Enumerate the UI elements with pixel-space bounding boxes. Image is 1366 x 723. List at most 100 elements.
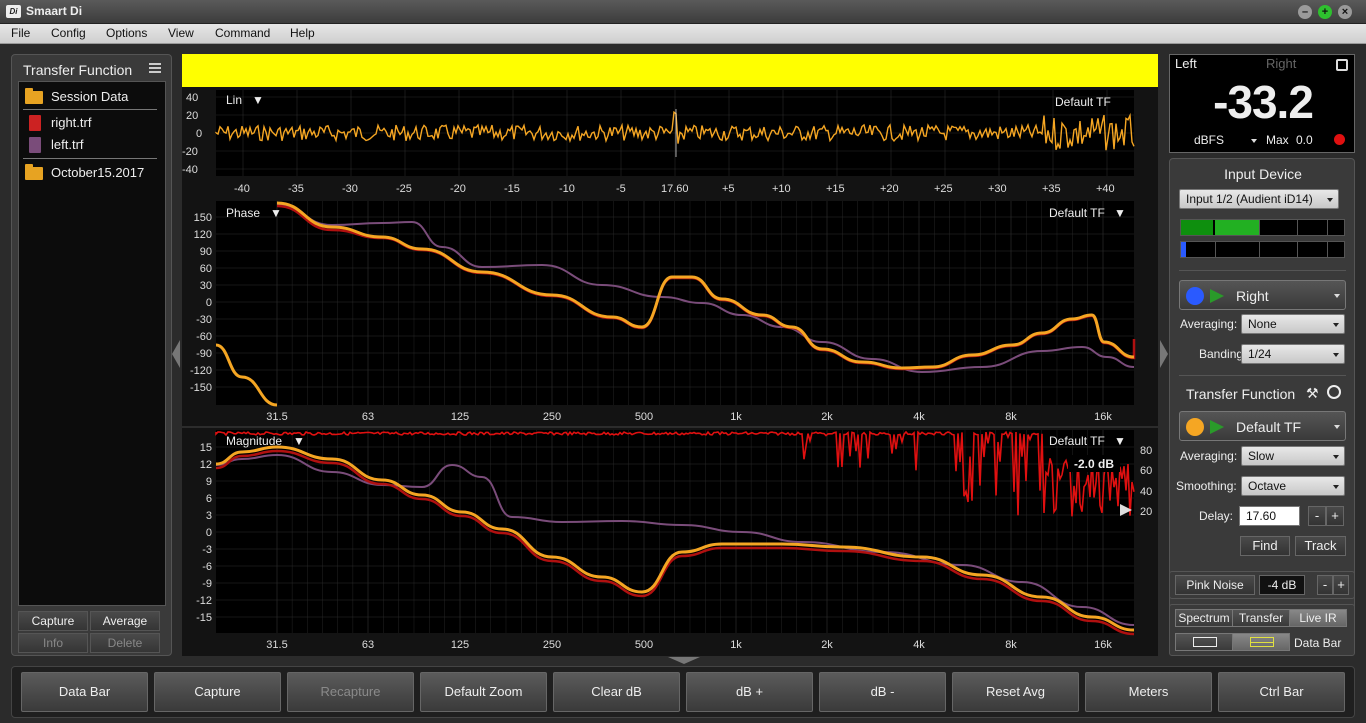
noise-increase-button[interactable]: + [1333, 575, 1349, 595]
delay-input[interactable]: 17.60 [1239, 506, 1300, 526]
tab-transfer[interactable]: Transfer [1232, 609, 1290, 627]
data-bar-label[interactable]: Data Bar [1294, 636, 1341, 650]
maximize-icon[interactable]: + [1318, 5, 1332, 19]
menu-view[interactable]: View [168, 26, 194, 40]
menu-config[interactable]: Config [51, 26, 86, 40]
noise-level-field[interactable]: -4 dB [1259, 575, 1305, 595]
track-button[interactable]: Track [1295, 536, 1346, 556]
ir-pane-label[interactable]: Lin [226, 93, 242, 107]
layout-double-button[interactable] [1232, 633, 1290, 651]
meter-unit[interactable]: dBFS [1194, 133, 1224, 147]
chevron-down-icon [1334, 294, 1340, 298]
settings-wheel-icon[interactable] [1327, 385, 1341, 399]
mag-y-tick: -15 [196, 612, 212, 624]
popout-icon[interactable] [1336, 59, 1348, 71]
list-item-left-trf[interactable]: left.trf [25, 136, 159, 154]
delay-increase-button[interactable]: + [1326, 506, 1344, 526]
tab-spectrum[interactable]: Spectrum [1175, 609, 1233, 627]
collapse-left-icon[interactable] [172, 340, 180, 368]
menu-command[interactable]: Command [215, 26, 270, 40]
db-plus-button[interactable]: dB + [686, 672, 813, 712]
expand-down-icon[interactable] [668, 657, 700, 664]
panel-menu-icon[interactable] [149, 63, 161, 73]
delete-button[interactable]: Delete [90, 633, 160, 653]
reset-avg-button[interactable]: Reset Avg [952, 672, 1079, 712]
menu-options[interactable]: Options [106, 26, 147, 40]
list-item-october15-2017[interactable]: October15.2017 [25, 164, 159, 182]
menu-help[interactable]: Help [290, 26, 315, 40]
smoothing-select[interactable]: Octave [1241, 476, 1345, 496]
average-button[interactable]: Average [90, 611, 160, 631]
banding-select[interactable]: 1/24 [1241, 344, 1345, 364]
phase-x-tick: 8k [1005, 411, 1017, 423]
find-button[interactable]: Find [1240, 536, 1290, 556]
layout-single-button[interactable] [1175, 633, 1233, 651]
ctrl-bar-button[interactable]: Ctrl Bar [1218, 672, 1345, 712]
max-value[interactable]: 0.0 [1296, 133, 1313, 147]
divider [23, 158, 157, 159]
phase-trace-dropdown-icon[interactable]: ▼ [1114, 206, 1126, 220]
meter-right-label[interactable]: Right [1266, 56, 1296, 71]
tf-averaging-select[interactable]: Slow [1241, 446, 1345, 466]
ir-trace-label[interactable]: Default TF [1055, 95, 1111, 109]
level-meter[interactable]: Left Right -33.2 dBFS Max 0.0 [1169, 54, 1355, 153]
phase-x-tick: 500 [635, 411, 653, 423]
menu-file[interactable]: File [11, 26, 30, 40]
ir-y-tick: -40 [182, 164, 198, 176]
magnitude-trace-dropdown-icon[interactable]: ▼ [1114, 434, 1126, 448]
noise-decrease-button[interactable]: - [1317, 575, 1333, 595]
unit-dropdown-icon[interactable] [1251, 139, 1257, 143]
meters-button[interactable]: Meters [1085, 672, 1212, 712]
magnitude-readout: -2.0 dB [1074, 457, 1114, 471]
minimize-icon[interactable]: – [1298, 5, 1312, 19]
meter-left-label[interactable]: Left [1175, 56, 1197, 71]
ir-dropdown-icon[interactable]: ▼ [252, 93, 264, 107]
title-bar: Di Smaart Di – + × [0, 0, 1366, 24]
mag-y-tick: 12 [200, 459, 212, 471]
capture-trace-button[interactable]: Capture [18, 611, 88, 631]
phase-trace-label[interactable]: Default TF [1049, 206, 1105, 220]
data-bar-button[interactable]: Data Bar [21, 672, 148, 712]
tf-color-icon[interactable] [1186, 418, 1204, 436]
ir-x-tick: -5 [616, 183, 626, 195]
transfer-function-select[interactable]: Default TF [1179, 411, 1346, 441]
measurement-select[interactable]: Right [1179, 280, 1346, 310]
collapse-right-icon[interactable] [1160, 340, 1168, 368]
magnitude-pane-label[interactable]: Magnitude [226, 434, 282, 448]
phase-x-tick: 16k [1094, 411, 1112, 423]
file-list: Session Data right.trf left.trf October1… [18, 81, 166, 606]
chevron-down-icon [1334, 425, 1340, 429]
mag-y-tick: 0 [206, 527, 212, 539]
default-zoom-button[interactable]: Default Zoom [420, 672, 547, 712]
info-button[interactable]: Info [18, 633, 88, 653]
divider [23, 109, 157, 110]
close-icon[interactable]: × [1338, 5, 1352, 19]
tools-icon[interactable]: ⚒ [1306, 385, 1319, 402]
tab-live-ir[interactable]: Live IR [1289, 609, 1347, 627]
input-averaging-value: None [1248, 317, 1277, 331]
play-icon[interactable] [1210, 420, 1224, 434]
phase-y-tick: 60 [200, 263, 212, 275]
magnitude-dropdown-icon[interactable]: ▼ [293, 434, 305, 448]
measurement-color-icon[interactable] [1186, 287, 1204, 305]
ir-x-tick: -35 [288, 183, 304, 195]
recapture-button[interactable]: Recapture [287, 672, 414, 712]
play-icon[interactable] [1210, 289, 1224, 303]
list-item-right-trf[interactable]: right.trf [25, 114, 159, 132]
pink-noise-button[interactable]: Pink Noise [1175, 575, 1255, 595]
clear-db-button[interactable]: Clear dB [553, 672, 680, 712]
magnitude-trace-label[interactable]: Default TF [1049, 434, 1105, 448]
plot-area[interactable]: Lin ▼ Default TF 40 20 0 -20 -40 -40 -35… [182, 87, 1158, 656]
input-averaging-select[interactable]: None [1241, 314, 1345, 334]
input-device-select[interactable]: Input 1/2 (Audient iD14) [1179, 189, 1339, 209]
ir-y-axis: 40 20 0 -20 -40 [182, 92, 202, 176]
list-item-session-data[interactable]: Session Data [25, 88, 159, 106]
phase-dropdown-icon[interactable]: ▼ [270, 206, 282, 220]
db-minus-button[interactable]: dB - [819, 672, 946, 712]
file-icon [29, 137, 41, 153]
ir-y-tick: 40 [186, 92, 198, 104]
mag-x-tick: 500 [635, 639, 653, 651]
delay-decrease-button[interactable]: - [1308, 506, 1326, 526]
phase-pane-label[interactable]: Phase [226, 206, 260, 220]
capture-button[interactable]: Capture [154, 672, 281, 712]
